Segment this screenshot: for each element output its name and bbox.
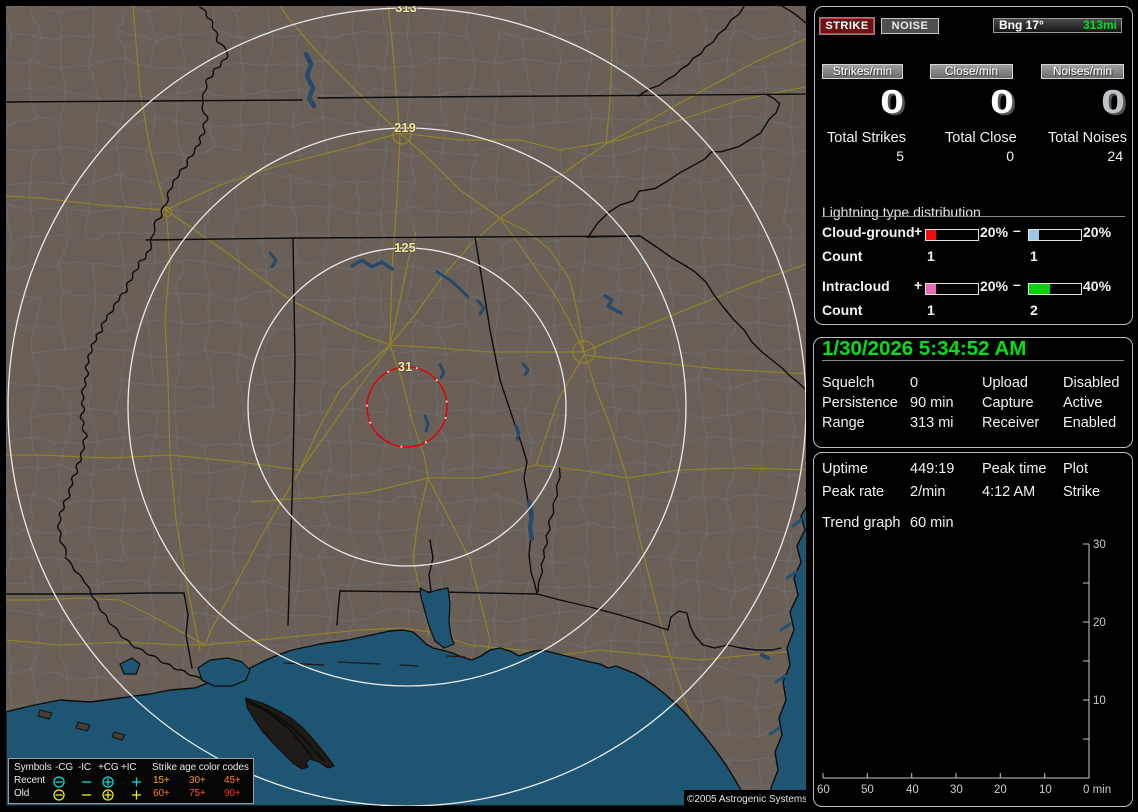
svg-text:40: 40 <box>906 784 919 796</box>
svg-text:©2005 Astrogenic Systems: ©2005 Astrogenic Systems <box>687 794 806 805</box>
svg-text:0 min: 0 min <box>1083 784 1111 796</box>
svg-text:10: 10 <box>1039 784 1052 796</box>
svg-text:313: 313 <box>395 6 417 15</box>
svg-text:219: 219 <box>394 120 416 135</box>
svg-text:60: 60 <box>817 784 830 796</box>
svg-text:20: 20 <box>994 784 1007 796</box>
svg-text:20: 20 <box>1093 617 1106 629</box>
svg-text:10: 10 <box>1093 695 1106 707</box>
svg-text:31: 31 <box>398 359 412 374</box>
svg-text:30: 30 <box>950 784 963 796</box>
svg-text:50: 50 <box>861 784 874 796</box>
svg-text:125: 125 <box>394 240 416 255</box>
svg-text:30: 30 <box>1093 539 1106 551</box>
